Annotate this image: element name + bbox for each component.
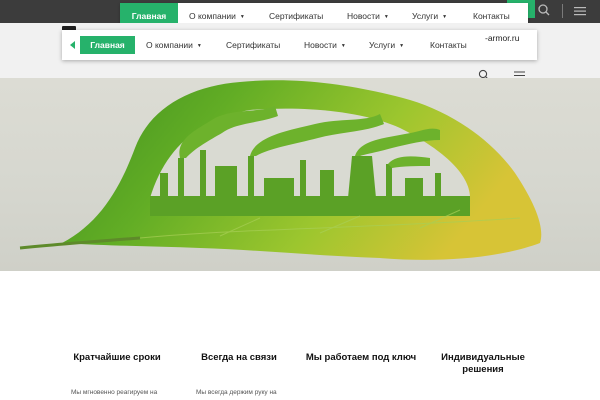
nav-label: Главная bbox=[131, 11, 167, 21]
feature-card: Мы работаем под ключ bbox=[301, 352, 421, 364]
nav-item-certificates[interactable]: Сертификаты bbox=[226, 30, 280, 60]
nav-label: Услуги bbox=[369, 40, 396, 50]
features-section: Кратчайшие сроки Мы мгновенно реагируем … bbox=[0, 271, 600, 400]
site-domain: -armor.ru bbox=[485, 33, 520, 43]
nav-label: Услуги bbox=[412, 11, 439, 21]
feature-title: Индивидуальные решения bbox=[441, 352, 525, 375]
nav-item-home[interactable]: Главная bbox=[80, 36, 135, 54]
nav-item-services[interactable]: Услуги ▼ bbox=[369, 30, 404, 60]
nav-item-contacts[interactable]: Контакты bbox=[430, 30, 467, 60]
leaf-factory-image bbox=[19, 80, 542, 260]
nav-item-news[interactable]: Новости ▼ bbox=[304, 30, 346, 60]
nav-label: Новости bbox=[304, 40, 337, 50]
caret-down-icon: ▼ bbox=[442, 13, 448, 20]
search-icon[interactable] bbox=[536, 2, 552, 18]
caret-down-icon: ▼ bbox=[340, 42, 346, 49]
feature-text: Мы всегда держим руку на bbox=[196, 389, 277, 396]
feature-title: Всегда на связи bbox=[201, 352, 277, 363]
hero-banner bbox=[0, 78, 600, 271]
feature-title: Мы работаем под ключ bbox=[305, 352, 417, 363]
nav-label: Новости bbox=[347, 11, 380, 21]
caret-down-icon: ▼ bbox=[399, 42, 405, 49]
menu-icon[interactable] bbox=[574, 6, 586, 16]
caret-down-icon: ▼ bbox=[196, 42, 202, 49]
nav-label: Контакты bbox=[430, 40, 467, 50]
feature-card: Всегда на связи Мы всегда держим руку на bbox=[179, 352, 299, 396]
nav-label: Сертификаты bbox=[226, 40, 281, 50]
main-nav: Главная О компании ▼ Сертификаты Новости ▼… bbox=[62, 30, 537, 60]
arrow-left-icon bbox=[70, 41, 75, 49]
caret-down-icon: ▼ bbox=[239, 13, 245, 20]
nav-label: Сертификаты bbox=[269, 11, 324, 21]
feature-card: Индивидуальные решения bbox=[423, 352, 543, 376]
caret-down-icon: ▼ bbox=[383, 13, 389, 20]
feature-text: Мы мгновенно реагируем на bbox=[71, 389, 158, 396]
nav-label: Контакты bbox=[473, 11, 510, 21]
feature-card: Кратчайшие сроки Мы мгновенно реагируем … bbox=[57, 352, 177, 396]
divider bbox=[562, 4, 563, 18]
nav-label: О компании bbox=[146, 40, 193, 50]
nav-item-about[interactable]: О компании ▼ bbox=[146, 30, 202, 60]
feature-title: Кратчайшие сроки bbox=[73, 352, 161, 363]
nav-label: Главная bbox=[90, 40, 125, 50]
nav-label: О компании bbox=[189, 11, 236, 21]
